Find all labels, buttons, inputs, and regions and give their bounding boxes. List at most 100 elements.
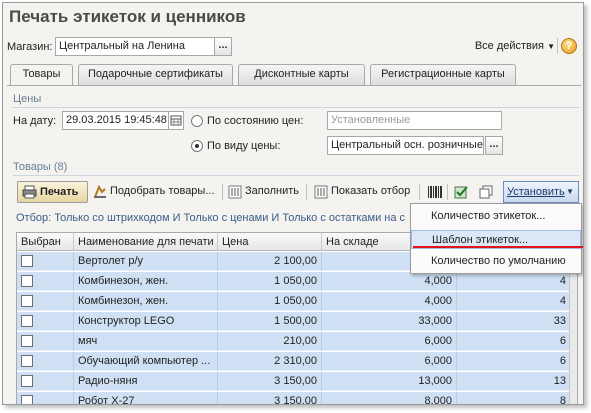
price-cell[interactable]: 2 310,00 [218,352,322,371]
select-checkbox[interactable] [21,275,33,287]
date-label: На дату: [13,115,57,127]
table-row[interactable]: Комбинезон, жен. 1 050,00 4,000 4 [17,272,577,291]
column-header-name[interactable]: Наименование для печати [74,233,218,251]
set-button[interactable]: Установить ▼ [503,181,579,203]
by-state-field[interactable]: Установленные [327,111,502,130]
select-checkbox[interactable] [21,255,33,267]
print-labels-window: Печать этикеток и ценников Магазин: Цент… [2,2,584,405]
tab-goods[interactable]: Товары [10,64,73,86]
table-row[interactable]: Робот Х-27 3 150,00 8,000 8 [17,392,577,404]
selected-cell[interactable] [17,352,74,371]
pick-goods-button[interactable]: Подобрать товары... [93,182,215,203]
fill-icon [228,185,242,206]
calendar-icon[interactable] [168,111,184,130]
goods-section-title: Товары (8) [13,161,68,173]
selected-cell[interactable] [17,332,74,351]
window-title: Печать этикеток и ценников [9,7,246,26]
filter-text[interactable]: Отбор: Только со штрихкодом И Только с ц… [16,212,405,224]
stock-cell[interactable]: 6,000 [322,352,457,371]
select-checkbox[interactable] [21,335,33,347]
quantity-cell[interactable]: 13 [457,372,571,391]
stock-cell[interactable]: 4,000 [322,292,457,311]
toolbar-separator [222,184,223,200]
name-cell[interactable]: Робот Х-27 [74,392,218,404]
select-checkbox[interactable] [21,295,33,307]
filter-icon [314,185,328,206]
check-all-icon[interactable] [454,185,470,202]
table-scrollbar[interactable] [569,251,577,404]
by-state-label: По состоянию цен: [207,115,304,127]
name-cell[interactable]: Радио-няня [74,372,218,391]
selected-cell[interactable] [17,372,74,391]
date-field[interactable]: 29.03.2015 19:45:48 [62,111,169,130]
by-state-radio[interactable] [191,115,203,127]
tab-gift-certificates[interactable]: Подарочные сертификаты [78,64,233,85]
name-cell[interactable]: мяч [74,332,218,351]
all-actions-label: Все действия [474,40,545,52]
show-filter-button[interactable]: Показать отбор [314,182,410,203]
stock-cell[interactable]: 13,000 [322,372,457,391]
name-cell[interactable]: Обучающий компьютер ... [74,352,218,371]
table-row[interactable]: Обучающий компьютер ... 2 310,00 6,000 6 [17,352,577,371]
barcode-icon[interactable] [427,185,443,202]
column-header-selected[interactable]: Выбран [17,233,74,251]
name-cell[interactable]: Конструктор LEGO [74,312,218,331]
quantity-cell[interactable]: 4 [457,292,571,311]
selected-cell[interactable] [17,312,74,331]
by-type-field[interactable]: Центральный осн. розничные [327,136,484,155]
selected-cell[interactable] [17,252,74,271]
select-checkbox[interactable] [21,375,33,387]
price-type-select-button[interactable]: ... [485,136,503,155]
toolbar-separator [306,184,307,200]
select-checkbox[interactable] [21,315,33,327]
set-dropdown-menu: Количество этикеток... Шаблон этикеток..… [410,203,582,274]
pick-goods-icon [93,184,107,206]
table-row[interactable]: Конструктор LEGO 1 500,00 33,000 33 [17,312,577,331]
stock-cell[interactable]: 33,000 [322,312,457,331]
quantity-cell[interactable]: 6 [457,332,571,351]
name-cell[interactable]: Вертолет р/у [74,252,218,271]
fill-button[interactable]: Заполнить [228,182,299,203]
prices-section-line [13,107,579,108]
quantity-cell[interactable]: 8 [457,392,571,404]
store-label: Магазин: [7,41,53,53]
by-type-label: По виду цены: [207,140,281,152]
print-button[interactable]: Печать [17,181,88,203]
stock-cell[interactable]: 4,000 [322,272,457,291]
name-cell[interactable]: Комбинезон, жен. [74,272,218,291]
price-cell[interactable]: 210,00 [218,332,322,351]
prices-section-title: Цены [13,93,42,105]
quantity-cell[interactable]: 6 [457,352,571,371]
stock-cell[interactable]: 6,000 [322,332,457,351]
store-field[interactable]: Центральный на Ленина [55,37,215,56]
copy-icon[interactable] [478,185,494,202]
stock-cell[interactable]: 8,000 [322,392,457,404]
tab-registration-cards[interactable]: Регистрационные карты [370,64,516,85]
price-cell[interactable]: 1 500,00 [218,312,322,331]
price-cell[interactable]: 3 150,00 [218,372,322,391]
selected-cell[interactable] [17,292,74,311]
menu-item-default-count[interactable]: Количество по умолчанию [411,252,581,271]
tab-discount-cards[interactable]: Дисконтные карты [238,64,365,85]
selected-cell[interactable] [17,272,74,291]
all-actions-menu[interactable]: Все действия ▼ [475,40,555,52]
name-cell[interactable]: Комбинезон, жен. [74,292,218,311]
table-row[interactable]: Радио-няня 3 150,00 13,000 13 [17,372,577,391]
help-icon[interactable]: ? [561,38,577,54]
selected-cell[interactable] [17,392,74,404]
price-cell[interactable]: 3 150,00 [218,392,322,404]
table-row[interactable]: мяч 210,00 6,000 6 [17,332,577,351]
store-select-button[interactable]: ... [214,37,232,56]
by-type-radio[interactable] [191,140,203,152]
price-cell[interactable]: 2 100,00 [218,252,322,271]
table-row[interactable]: Комбинезон, жен. 1 050,00 4,000 4 [17,292,577,311]
quantity-cell[interactable]: 33 [457,312,571,331]
chevron-down-icon: ▼ [547,42,555,51]
menu-item-label-count[interactable]: Количество этикеток... [411,207,581,226]
column-header-price[interactable]: Цена [218,233,322,251]
select-checkbox[interactable] [21,355,33,367]
price-cell[interactable]: 1 050,00 [218,272,322,291]
price-cell[interactable]: 1 050,00 [218,292,322,311]
select-checkbox[interactable] [21,395,33,404]
quantity-cell[interactable]: 4 [457,272,571,291]
